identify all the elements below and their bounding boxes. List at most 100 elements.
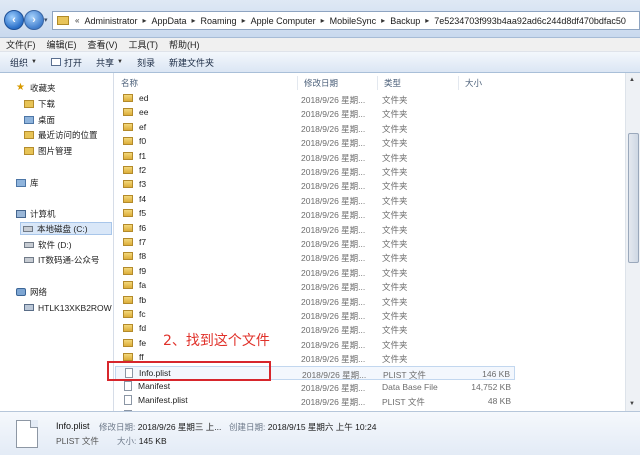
folder-row[interactable]: ee 2018/9/26 星期... 文件夹 [115,106,515,120]
file-name: ef [139,121,147,132]
file-date: 2018/9/26 星期... [301,152,366,163]
folder-row[interactable]: f7 2018/9/26 星期... 文件夹 [115,236,515,250]
column-header-size[interactable]: 大小 [459,76,511,90]
burn-button[interactable]: 刻录 [137,56,155,69]
breadcrumb-roaming[interactable]: Roaming [198,16,240,26]
details-created-value: 2018/9/15 星期六 上午 10:24 [267,422,377,432]
file-date: 2018/9/26 星期... [301,354,366,365]
file-type: 文件夹 [382,311,408,321]
nav-drive-d[interactable]: 软件 (D:) [24,238,72,251]
folder-icon [123,108,133,117]
folder-icon [123,353,133,362]
file-type: 文件夹 [382,354,408,365]
nav-network[interactable]: 网络 [16,285,47,298]
breadcrumb-backup-id[interactable]: 7e5234703f993b4aa92ad6c244d8df470bdfac50 [431,16,629,26]
new-folder-button[interactable]: 新建文件夹 [169,56,214,69]
menu-tools[interactable]: 工具(T) [129,38,159,51]
scrollbar-thumb[interactable] [628,133,639,263]
breadcrumb-separator-icon[interactable]: ▸ [140,16,148,25]
file-type: PLIST 文件 [382,397,425,408]
nav-favorites[interactable]: ★ 收藏夹 [16,81,56,94]
organize-label: 组织 [10,57,29,68]
breadcrumb-separator-icon[interactable]: ▸ [379,16,387,25]
file-name-cell: f2 [123,165,146,175]
nav-desktop[interactable]: 桌面 [24,113,55,126]
file-row[interactable]: Manifest.plist 2018/9/26 星期... PLIST 文件 48 … [115,394,515,408]
breadcrumb-appdata[interactable]: AppData [148,16,189,26]
details-created: 创建日期: 2018/9/15 星期六 上午 10:24 [229,421,376,433]
nav-downloads[interactable]: 下载 [24,97,55,110]
file-row[interactable]: Manifest 2018/9/26 星期... Data Base File 14,… [115,380,515,394]
share-button[interactable]: 共享 ▼ [96,56,123,69]
file-name: Manifest [138,381,171,391]
menu-help[interactable]: 帮助(H) [169,38,200,51]
file-name: f0 [139,136,147,147]
organize-button[interactable]: 组织 ▼ [10,56,37,69]
folder-row[interactable]: fb 2018/9/26 星期... 文件夹 [115,294,515,308]
file-date: 2018/9/26 星期... [301,123,366,134]
file-type: 文件夹 [382,95,408,105]
back-arrow-icon[interactable]: ‹ [4,10,24,30]
folder-icon [123,194,133,203]
menu-edit[interactable]: 编辑(E) [47,38,77,51]
nav-drive-c[interactable]: 本地磁盘 (C:) [20,222,112,235]
menu-view[interactable]: 查看(V) [88,38,118,51]
breadcrumb-separator-icon[interactable]: ▸ [423,16,431,25]
forward-arrow-icon[interactable]: › [24,10,44,30]
vertical-scrollbar[interactable]: ▲ ▼ [625,73,640,411]
scroll-down-icon[interactable]: ▼ [629,401,635,407]
file-date: 2018/9/26 星期... [301,311,366,321]
folder-row[interactable]: f0 2018/9/26 星期... 文件夹 [115,135,515,149]
nav-network-label: 网络 [30,286,48,297]
path-field[interactable]: « Administrator ▸ AppData ▸ Roaming ▸ Apple… [52,11,640,30]
breadcrumb-separator-icon[interactable]: ▸ [240,16,248,25]
folder-row[interactable]: ef 2018/9/26 星期... 文件夹 [115,121,515,135]
folder-row[interactable]: f5 2018/9/26 星期... 文件夹 [115,207,515,221]
folder-row[interactable]: f3 2018/9/26 星期... 文件夹 [115,178,515,192]
folder-row[interactable]: fc 2018/9/26 星期... 文件夹 [115,308,515,322]
file-icon [124,381,132,391]
scroll-up-icon[interactable]: ▲ [629,77,635,83]
folder-row[interactable]: f6 2018/9/26 星期... 文件夹 [115,222,515,236]
breadcrumb-backup[interactable]: Backup [387,16,423,26]
recent-pages-dropdown-icon[interactable]: ▾ [44,16,50,24]
folder-row[interactable]: f1 2018/9/26 星期... 文件夹 [115,150,515,164]
folder-icon [123,94,133,102]
folder-row[interactable]: f2 2018/9/26 星期... 文件夹 [115,164,515,178]
file-name: f7 [139,237,147,247]
file-name: f3 [139,179,147,190]
folder-row[interactable]: f4 2018/9/26 星期... 文件夹 [115,193,515,207]
nav-pictures[interactable]: 图片管理 [24,144,72,157]
folder-icon [123,338,133,347]
folder-row[interactable]: ed 2018/9/26 星期... 文件夹 [115,92,515,106]
file-date: 2018/9/26 星期... [301,95,366,105]
breadcrumb-separator-icon[interactable]: ▸ [319,16,327,25]
file-name-cell: Manifest.plist [123,395,188,406]
nav-host[interactable]: HTLK13XKB2ROW [24,301,112,314]
open-button[interactable]: 打开 [50,56,82,69]
address-bar: ‹ › ▾ « Administrator ▸ AppData ▸ Roaming ▸… [0,0,640,38]
folder-row[interactable]: f9 2018/9/26 星期... 文件夹 [115,265,515,279]
nav-drive-it[interactable]: IT数码通-公众号 [24,253,99,266]
nav-libraries[interactable]: 库 [16,176,39,189]
file-type: 文件夹 [382,253,408,264]
file-name-cell: f0 [123,136,146,146]
path-overflow-indicator[interactable]: « [73,16,81,25]
column-header-name[interactable]: 名称 [115,76,298,90]
breadcrumb-separator-icon[interactable]: ▸ [190,16,198,25]
column-header-date[interactable]: 修改日期 [298,76,378,90]
breadcrumb-mobilesync[interactable]: MobileSync [327,16,380,26]
breadcrumb-apple-computer[interactable]: Apple Computer [248,16,319,26]
network-icon [16,287,26,296]
hard-drive-icon [24,241,34,248]
folder-icon [123,180,133,189]
details-size: 大小: 145 KB [117,435,167,447]
nav-computer[interactable]: 计算机 [16,207,56,220]
column-header-type[interactable]: 类型 [378,76,459,90]
nav-recent-places[interactable]: 最近访问的位置 [24,128,98,141]
folder-row[interactable]: f8 2018/9/26 星期... 文件夹 [115,250,515,264]
breadcrumb-administrator[interactable]: Administrator [81,16,140,26]
file-name: f8 [139,251,147,262]
menu-file[interactable]: 文件(F) [6,38,36,51]
folder-row[interactable]: fa 2018/9/26 星期... 文件夹 [115,279,515,293]
